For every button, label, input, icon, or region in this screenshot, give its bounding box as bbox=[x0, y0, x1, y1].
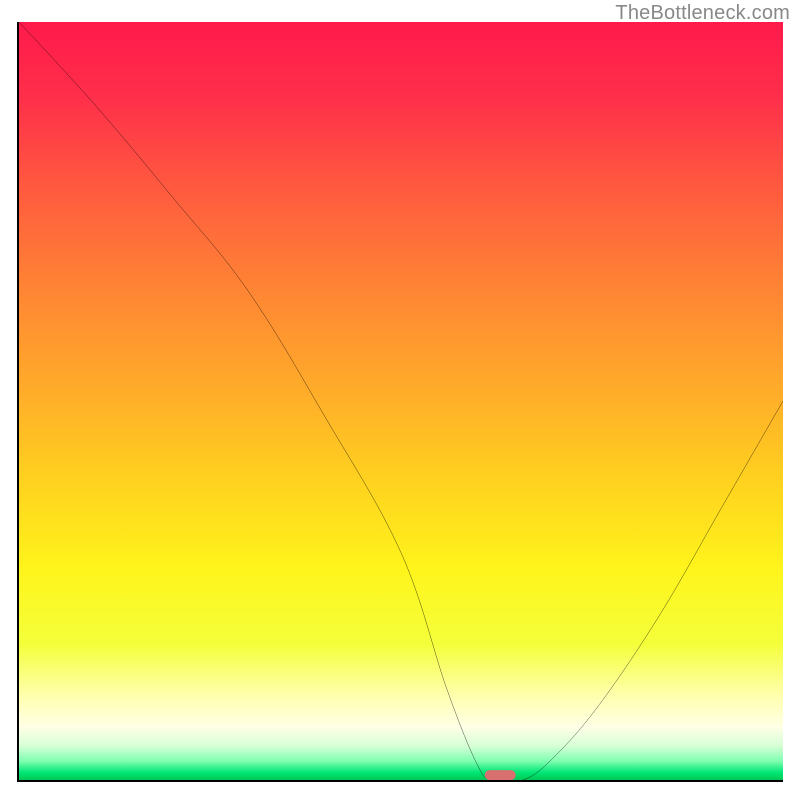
chart-stage: TheBottleneck.com bbox=[0, 0, 800, 800]
bottleneck-curve bbox=[19, 22, 783, 780]
plot-area bbox=[17, 22, 783, 782]
optimal-marker bbox=[485, 771, 516, 781]
